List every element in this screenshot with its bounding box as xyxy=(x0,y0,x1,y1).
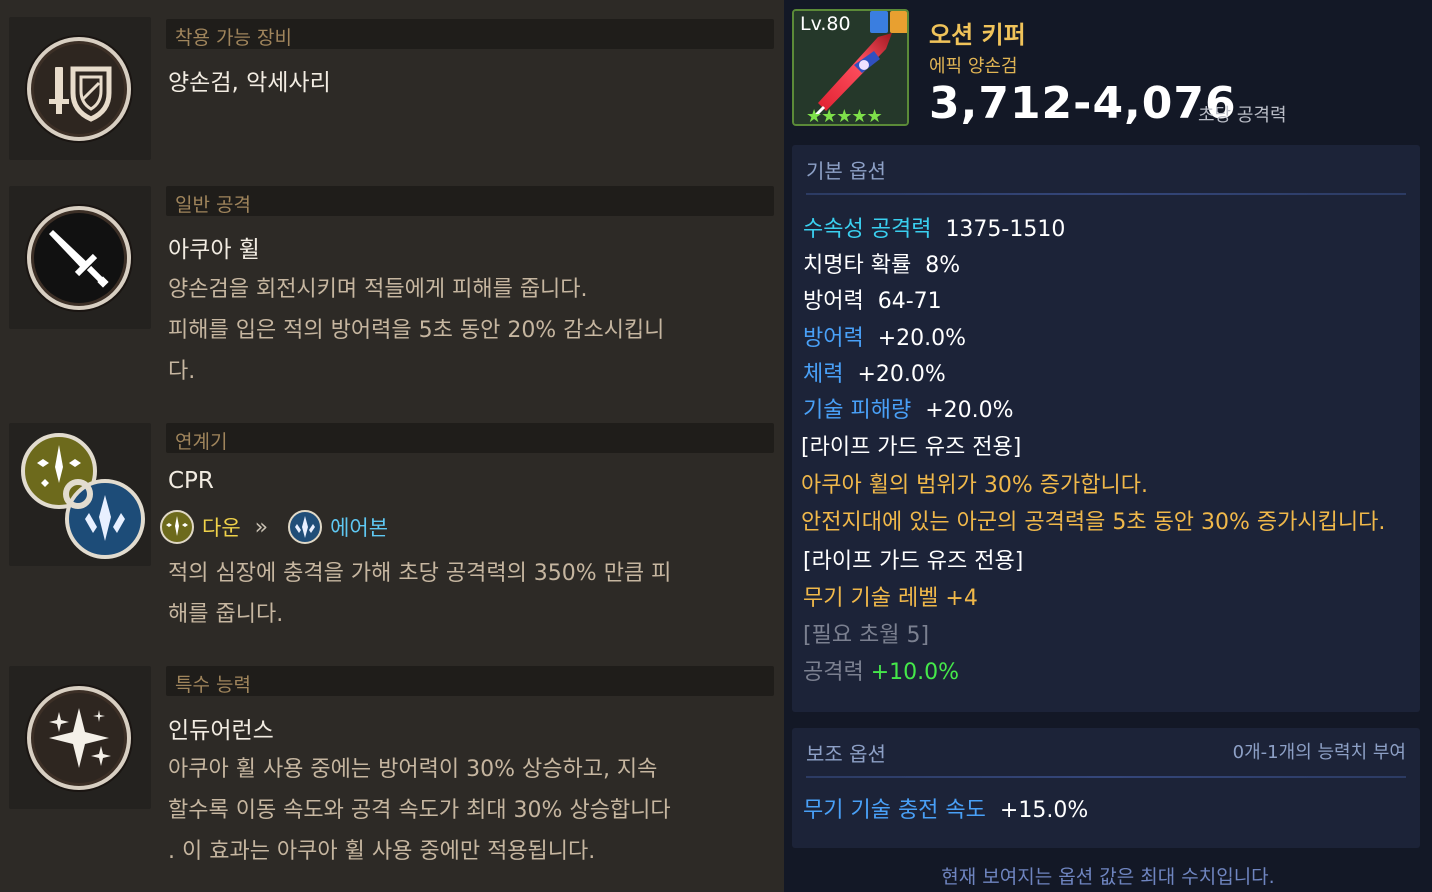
option-value: +10.0% xyxy=(870,660,960,685)
desc-line: 할수록 이동 속도와 공격 속도가 최대 30% 상승합니다 xyxy=(168,798,671,823)
option-label: 무기 기술 충전 속도 xyxy=(803,798,986,823)
normal-attack-desc: 양손검을 회전시키며 적들에게 피해를 줍니다. 피해를 입은 적의 방어력을 … xyxy=(168,269,768,392)
option-label: 수속성 공격력 xyxy=(803,217,932,242)
desc-line: 다. xyxy=(168,359,196,384)
option-label: 방어력 xyxy=(803,289,864,314)
divider xyxy=(806,193,1406,195)
option-label: 치명타 확률 xyxy=(803,253,912,278)
equip-category-label: 착용 가능 장비 xyxy=(175,27,292,49)
chain-link-icon xyxy=(63,479,93,509)
star-rating-icon: ★★★★★ xyxy=(806,106,883,126)
item-icon: Lv.80 ★★★★★ xyxy=(792,9,909,126)
sword-shield-icon xyxy=(27,37,131,141)
skill-info-panel: 착용 가능 장비 양손검, 악세사리 일반 공격 아쿠아 휠 양손검을 회전시키… xyxy=(0,0,784,892)
option-value: +20.0% xyxy=(877,326,967,351)
item-level: Lv.80 xyxy=(800,13,851,35)
down-icon xyxy=(160,510,194,544)
sword-icon xyxy=(27,206,131,310)
option-row: 기술 피해량 +20.0% xyxy=(803,392,1014,424)
combo-arrow: » xyxy=(254,514,269,540)
combo-to-label: 에어본 xyxy=(330,516,389,540)
desc-line: 아쿠아 휠 사용 중에는 방어력이 30% 상승하고, 지속 xyxy=(168,757,658,782)
set-effect-title: [라이프 가드 유즈 전용] xyxy=(803,549,1024,574)
option-row: 방어력 +20.0% xyxy=(803,320,966,352)
item-tooltip-panel: Lv.80 ★★★★★ 오션 키퍼 에픽 양손검 3,712-4,076 초당 … xyxy=(784,0,1432,892)
desc-line: 피해를 입은 적의 방어력을 5초 동안 20% 감소시킵니 xyxy=(168,318,665,343)
sub-options-header: 보조 옵션 xyxy=(806,742,886,766)
combo-category-bar: 연계기 xyxy=(166,423,774,453)
item-dps-value: 3,712-4,076 xyxy=(929,78,1237,129)
grade-badge-icon xyxy=(890,11,907,33)
equip-category-bar: 착용 가능 장비 xyxy=(166,19,774,49)
awaken-badge-icon xyxy=(870,11,888,33)
special-desc: 아쿠아 휠 사용 중에는 방어력이 30% 상승하고, 지속 할수록 이동 속도… xyxy=(168,749,768,872)
option-row: 방어력 64-71 xyxy=(803,283,942,315)
option-label: 기술 피해량 xyxy=(803,398,912,423)
option-value: +20.0% xyxy=(857,362,946,387)
combo-from-label: 다운 xyxy=(202,516,241,540)
normal-attack-title: 아쿠아 휠 xyxy=(168,237,260,263)
special-category-label: 특수 능력 xyxy=(175,674,251,696)
desc-line: 양손검을 회전시키며 적들에게 피해를 줍니다. xyxy=(168,277,588,302)
option-label: 공격력 xyxy=(803,660,864,685)
option-value: +20.0% xyxy=(925,398,1014,423)
set-effect-line: 무기 기술 레벨 +4 xyxy=(803,586,978,611)
option-row: 치명타 확률 8% xyxy=(803,247,960,279)
item-type: 에픽 양손검 xyxy=(929,56,1018,77)
requirement-text: [필요 초월 5] xyxy=(803,623,930,648)
airborne-icon xyxy=(288,510,323,544)
combo-desc: 적의 심장에 충격을 가해 초당 공격력의 350% 만큼 피 해를 줍니다. xyxy=(168,553,768,635)
basic-options-header: 기본 옵션 xyxy=(806,159,886,183)
option-value: 1375-1510 xyxy=(945,217,1066,242)
desc-line: 적의 심장에 충격을 가해 초당 공격력의 350% 만큼 피 xyxy=(168,561,672,586)
normal-attack-category-label: 일반 공격 xyxy=(175,194,251,216)
special-title: 인듀어런스 xyxy=(168,718,274,744)
set-effect-line: 안전지대에 있는 아군의 공격력을 5초 동안 30% 증가시킵니다. xyxy=(801,510,1386,535)
option-value: 64-71 xyxy=(877,289,942,314)
special-icon-box xyxy=(9,666,151,809)
special-category-bar: 특수 능력 xyxy=(166,666,774,696)
equip-icon-box xyxy=(9,17,151,160)
basic-options-box: 기본 옵션 수속성 공격력 1375-1510 치명타 확률 8% 방어력 64… xyxy=(792,145,1420,712)
option-value: 8% xyxy=(925,253,961,278)
combo-sequence: 다운 » 에어본 xyxy=(160,509,398,545)
option-row: 체력 +20.0% xyxy=(803,356,946,388)
desc-line: 해를 줍니다. xyxy=(168,602,284,627)
option-row: 공격력 +10.0% xyxy=(803,654,959,686)
option-label: 체력 xyxy=(803,362,844,387)
option-value: +15.0% xyxy=(999,798,1089,823)
footer-note: 현재 보여지는 옵션 값은 최대 수치입니다. xyxy=(941,866,1275,888)
combo-category-label: 연계기 xyxy=(175,431,228,453)
normal-attack-category-bar: 일반 공격 xyxy=(166,186,774,216)
normal-attack-icon-box xyxy=(9,186,151,329)
sub-options-box: 보조 옵션 0개-1개의 능력치 부여 무기 기술 충전 속도 +15.0% xyxy=(792,728,1420,848)
option-label: 방어력 xyxy=(803,326,864,351)
item-name: 오션 키퍼 xyxy=(929,21,1026,49)
combo-title: CPR xyxy=(168,468,214,494)
sub-options-note: 0개-1개의 능력치 부여 xyxy=(1232,742,1406,763)
desc-line: . 이 효과는 아쿠아 휠 사용 중에만 적용됩니다. xyxy=(168,839,596,864)
combo-icon-box xyxy=(9,423,151,566)
item-dps-label: 초당 공격력 xyxy=(1198,105,1287,126)
set-effect-line: 아쿠아 휠의 범위가 30% 증가합니다. xyxy=(801,473,1148,498)
equip-title: 양손검, 악세사리 xyxy=(168,70,331,96)
option-row: 수속성 공격력 1375-1510 xyxy=(803,211,1065,243)
divider xyxy=(806,776,1406,778)
sparkle-icon xyxy=(27,686,131,790)
option-row: 무기 기술 충전 속도 +15.0% xyxy=(803,792,1088,824)
set-effect-title: [라이프 가드 유즈 전용] xyxy=(801,435,1022,460)
